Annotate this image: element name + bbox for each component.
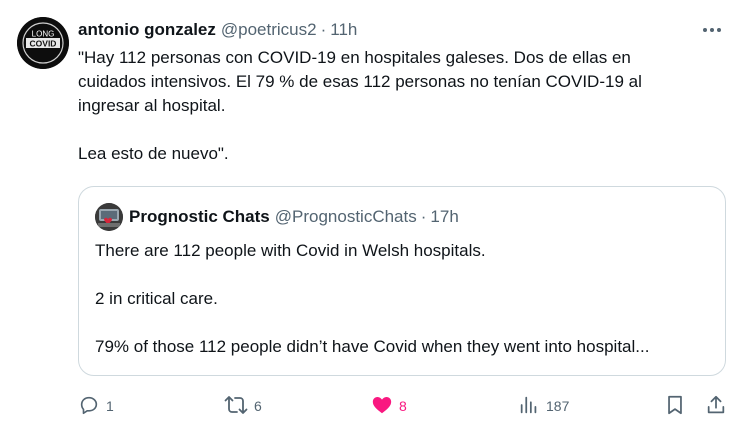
views-icon: [518, 394, 540, 419]
share-icon: [705, 394, 727, 419]
avatar[interactable]: LONG COVID: [17, 17, 69, 69]
bookmark-icon: [664, 394, 686, 419]
quote-avatar[interactable]: [95, 203, 123, 231]
heart-icon: [371, 394, 393, 419]
share-button[interactable]: [705, 390, 727, 422]
like-count: 8: [399, 398, 407, 414]
tweet-text: "Hay 112 personas con COVID-19 en hospit…: [78, 48, 642, 163]
avatar-text-bottom: COVID: [30, 39, 57, 49]
more-icon[interactable]: [700, 18, 724, 42]
tweet[interactable]: LONG COVID antonio gonzalez @poetricus2 …: [0, 0, 738, 436]
quote-separator-dot: ·: [420, 207, 427, 226]
separator-dot: ·: [320, 20, 327, 39]
author-name[interactable]: antonio gonzalez: [78, 20, 216, 40]
retweet-icon: [224, 394, 248, 419]
tweet-header: antonio gonzalez @poetricus2 · 11h: [78, 18, 357, 42]
quote-text: There are 112 people with Covid in Welsh…: [95, 241, 650, 356]
quoted-tweet[interactable]: Prognostic Chats @PrognosticChats · 17h …: [78, 186, 726, 376]
avatar-text-top: LONG: [32, 30, 55, 39]
bookmark-button[interactable]: [664, 390, 686, 422]
views-button[interactable]: 187: [518, 390, 569, 422]
quote-author-handle[interactable]: @PrognosticChats: [275, 207, 417, 227]
retweet-button[interactable]: 6: [224, 390, 262, 422]
reply-button[interactable]: 1: [78, 390, 114, 422]
reply-count: 1: [106, 398, 114, 414]
action-bar: 1 6 8 187: [78, 390, 728, 422]
like-button[interactable]: 8: [371, 390, 407, 422]
retweet-count: 6: [254, 398, 262, 414]
tweet-time[interactable]: 11h: [330, 20, 357, 40]
quote-author-name[interactable]: Prognostic Chats: [129, 207, 270, 227]
views-count: 187: [546, 398, 570, 414]
reply-icon: [78, 394, 100, 419]
quote-header: Prognostic Chats @PrognosticChats · 17h: [129, 205, 459, 229]
author-handle[interactable]: @poetricus2: [221, 20, 317, 40]
quote-time[interactable]: 17h: [430, 207, 458, 227]
